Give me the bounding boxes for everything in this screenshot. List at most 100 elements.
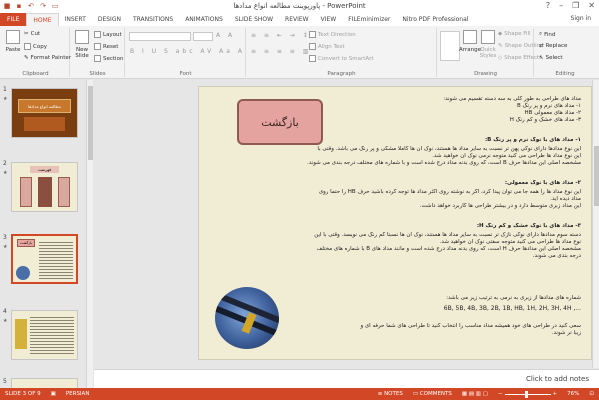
thumbnail-scrollbar[interactable] [86,80,93,388]
zoom-slider[interactable]: − + [493,390,562,398]
fit-slide-icon[interactable]: ⊡ [584,391,599,397]
ribbon-tabs: FILE HOME INSERT DESIGN TRANSITIONS ANIM… [0,13,599,26]
paste-icon [6,30,20,44]
thumbnail-scrollbar-thumb[interactable] [88,86,93,160]
brush-icon: ✎ [24,55,29,61]
convert-to-smartart-button[interactable]: Convert to SmartArt [309,55,374,62]
ribbon: Paste ✂ Cut Copy ✎ Format Painter Clipboar… [0,26,599,79]
thumbnail-number: 2 [3,160,7,167]
find-button[interactable]: ⌕ Find [539,31,555,38]
fill-bucket-icon: ◆ [498,31,503,37]
quick-styles-icon [481,30,495,44]
language-indicator[interactable]: PERSIAN [61,391,95,397]
current-slide[interactable]: بازگشت مداد های طراحی به طور کلی به سه د… [198,86,592,360]
tab-animations[interactable]: ANIMATIONS [179,13,229,26]
thumbnail-number: 5 [3,378,7,385]
section-heading: ۱- مداد های با نوک نرم و پر رنگ B: [484,137,581,143]
zoom-in-icon[interactable]: + [553,391,558,397]
tab-slide-show[interactable]: SLIDE SHOW [229,13,279,26]
section-line: مداد دیده اید. [550,196,581,202]
paragraph-group-label: Paragraph [327,71,356,77]
font-size-buttons[interactable]: A A [216,32,235,39]
view-buttons[interactable]: ▦ ▤ ▥ ▢ [457,391,493,397]
effects-icon: ◇ [498,55,503,61]
section-icon [94,55,101,62]
thumbnail-number: 4 [3,308,7,315]
tab-review[interactable]: REVIEW [279,13,315,26]
slide-thumbnail-pane: 1 ★ مطالعه انواع مدادها 2 ★ فهرست 3 ★ با… [0,80,86,388]
zoom-level[interactable]: 76% [562,391,584,397]
slides-group: New Slide Layout Reset Section Slides [71,28,125,77]
shape-fill-button[interactable]: ◆ Shape Fill [498,31,531,37]
help-button[interactable]: ? [546,1,550,10]
intro-line: ۱- مداد های نرم و پر رنگ B [517,103,581,109]
text-direction-icon [309,31,316,38]
cut-button[interactable]: ✂ Cut [24,31,40,37]
align-text-button[interactable]: Align Text [309,43,345,50]
reset-button[interactable]: Reset [94,43,118,50]
text-direction-button[interactable]: Text Direction [309,31,356,38]
slide-thumbnail-2[interactable]: فهرست [11,162,78,212]
comments-toggle[interactable]: ▭ COMMENTS [408,391,457,397]
font-format-buttons[interactable]: B I U S abc AV Aa A [130,48,245,55]
zoom-slider-track[interactable] [504,390,551,398]
new-slide-button[interactable]: New Slide [73,30,91,59]
notes-pane[interactable]: Click to add notes [94,369,599,388]
notes-toggle[interactable]: ≡ NOTES [373,391,408,397]
animation-star-icon: ★ [3,244,8,250]
close-button[interactable]: ✕ [588,1,595,10]
thumbnail-shape [38,177,52,207]
quick-styles-button[interactable]: Quick Styles [480,30,496,59]
select-button[interactable]: ↖ Select [539,55,563,61]
slide-scrollbar-thumb[interactable] [594,146,599,206]
thumbnail-pencils-picture [16,266,30,280]
slide-thumbnail-5[interactable] [11,378,78,388]
zoom-out-icon[interactable]: − [498,391,503,397]
slide-thumbnail-4[interactable] [11,310,78,360]
font-name-box[interactable] [129,32,191,41]
editing-group-label: Editing [555,71,575,77]
tab-file[interactable]: FILE [0,13,27,26]
tab-transitions[interactable]: TRANSITIONS [127,13,179,26]
layout-button[interactable]: Layout [94,31,122,38]
layout-icon [94,31,101,38]
animation-star-icon: ★ [3,96,8,102]
font-size-box[interactable] [193,32,213,41]
alignment-buttons[interactable]: ≡ ≡ ≡ ≡ ▥ [251,48,311,55]
slide-thumbnail-1[interactable]: مطالعه انواع مدادها [11,88,78,138]
thumbnail-pencil-picture [15,319,27,349]
slide-thumbnail-3[interactable]: بازگشت [11,234,78,284]
font-group-label: Font [179,71,192,77]
restore-button[interactable]: ❐ [572,1,579,10]
section-heading: ۳- مداد های با نوک خشک و کم رنگ H: [476,223,581,229]
slide-canvas: بازگشت مداد های طراحی به طور کلی به سه د… [94,80,599,368]
clipboard-group-label: Clipboard [22,71,49,77]
section-line: دسته سوم مدادها دارای نوکی نازک تر نسبت … [314,232,581,238]
tab-insert[interactable]: INSERT [59,13,92,26]
shapes-gallery[interactable] [440,31,460,61]
format-painter-button[interactable]: ✎ Format Painter [24,55,71,61]
notes-placeholder[interactable]: Click to add notes [526,375,589,383]
thumbnail-shape [20,177,32,207]
minimize-button[interactable]: – [559,1,563,10]
clipboard-group: Paste ✂ Cut Copy ✎ Format Painter Clipboar… [2,28,71,77]
paste-button[interactable]: Paste [4,30,22,53]
zoom-slider-thumb[interactable] [524,390,528,398]
tab-home[interactable]: HOME [26,13,59,26]
spell-check-icon[interactable]: ▣ [46,391,61,397]
replace-button[interactable]: ⇄ Replace [539,43,567,49]
section-line: نوع مداد ها طراحی می کنید متوجه سفتی نوک… [439,239,581,245]
smartart-icon [309,55,316,62]
tab-view[interactable]: VIEW [315,13,343,26]
tab-nitro-pdf[interactable]: Nitro PDF Professional [396,13,474,26]
drawing-group-label: Drawing [474,71,497,77]
list-buttons[interactable]: ≡ ≡ ⇤ ⇥ ↕ [251,32,311,39]
sign-in-link[interactable]: Sign in [571,15,591,22]
section-line: این نوع مدادها دارای نوکی پهن تر نسبت به… [317,146,581,152]
tab-design[interactable]: DESIGN [92,13,127,26]
section-button[interactable]: Section [94,55,123,62]
tab-fileminimizer[interactable]: FILEminimizer [342,13,396,26]
slide-scrollbar[interactable] [592,80,599,368]
copy-button[interactable]: Copy [24,43,47,50]
arrange-button[interactable]: Arrange [459,30,481,53]
